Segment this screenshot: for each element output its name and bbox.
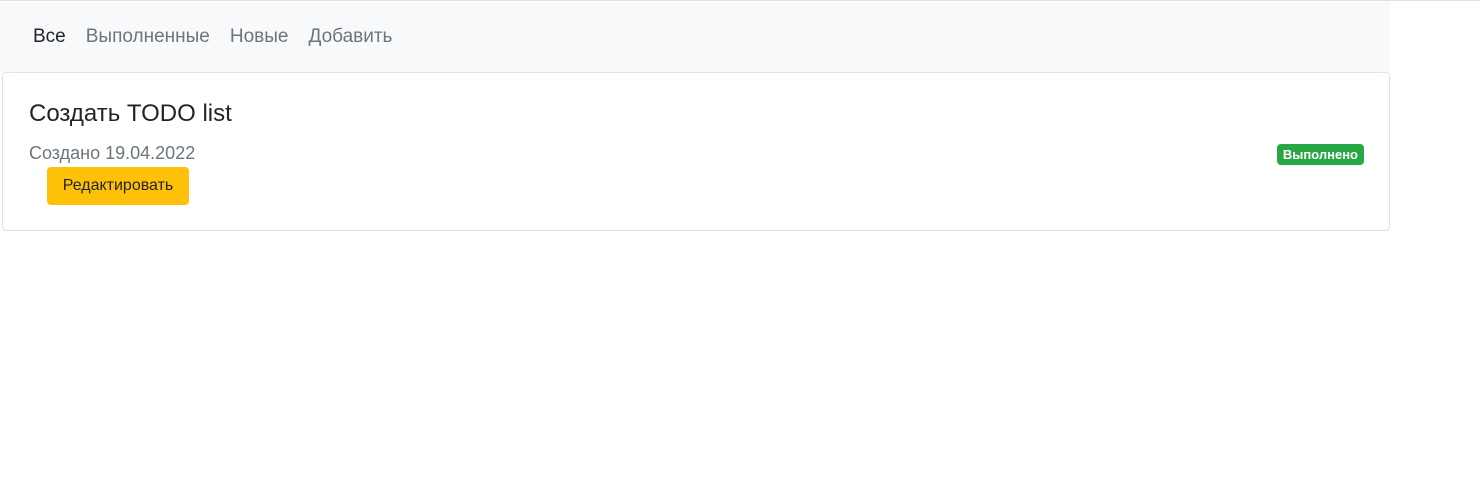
navbar: Все Выполненные Новые Добавить [0, 2, 1390, 72]
nav-link-all[interactable]: Все [23, 20, 76, 54]
nav-link-new[interactable]: Новые [220, 20, 299, 54]
status-badge: Выполнено [1276, 144, 1364, 165]
task-created-date: Создано 19.04.2022 [29, 143, 196, 163]
top-divider [0, 0, 1480, 1]
task-title: Создать TODO list [29, 100, 232, 127]
edit-button[interactable]: Редактировать [47, 167, 189, 205]
nav-link-add[interactable]: Добавить [298, 20, 402, 54]
nav-link-completed[interactable]: Выполненные [76, 20, 220, 54]
task-card: Создать TODO list Создано 19.04.2022 Ред… [2, 72, 1390, 231]
